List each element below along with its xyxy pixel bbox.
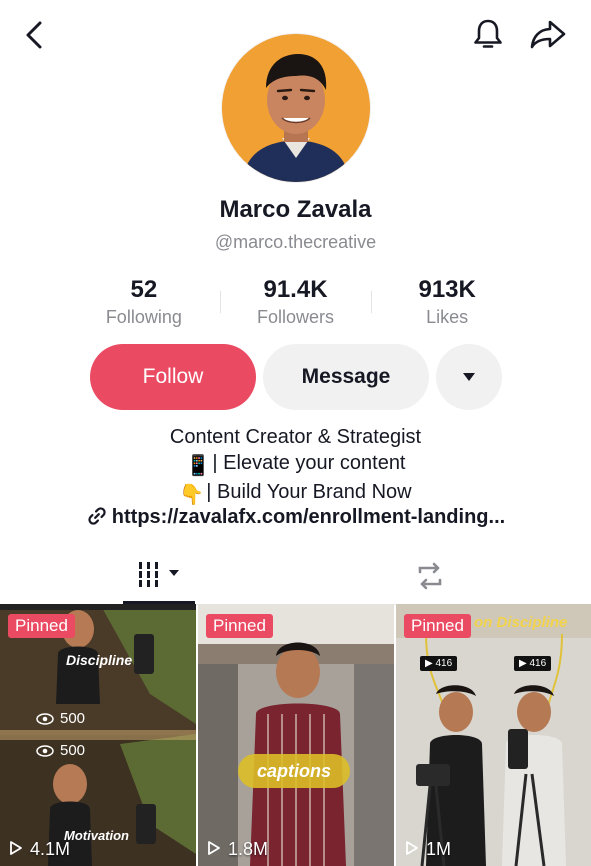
video-tile[interactable]: Discipline 500 500 Motivation Pinned 4.1… — [0, 604, 196, 866]
stat-value: 91.4K — [263, 276, 328, 303]
content-tabs — [0, 552, 591, 605]
share-button[interactable] — [528, 16, 568, 52]
notifications-button[interactable] — [470, 16, 506, 52]
profile-photo — [222, 34, 370, 182]
bell-icon — [474, 19, 502, 48]
play-icon — [406, 841, 418, 855]
video-grid: Discipline 500 500 Motivation Pinned 4.1… — [0, 604, 591, 866]
grid-icon — [139, 562, 179, 587]
back-button[interactable] — [18, 18, 52, 52]
share-arrow-icon — [530, 20, 566, 49]
view-count: 1M — [404, 839, 451, 860]
link-icon — [88, 507, 106, 525]
bio-line: 👇 | Build Your Brand Now — [0, 479, 591, 508]
stat-followers[interactable]: 91.4K Followers — [219, 275, 372, 335]
mini-view-count: 416 — [529, 658, 547, 669]
eye-icon — [36, 712, 54, 725]
bio-link[interactable]: https://zavalafx.com/enrollment-landing.… — [0, 505, 591, 529]
view-count: 1.8M — [206, 839, 268, 860]
bio-link-text: https://zavalafx.com/enrollment-landing.… — [111, 506, 506, 528]
tab-videos[interactable] — [123, 552, 195, 604]
chevron-left-icon — [26, 21, 42, 49]
profile-handle: @marco.thecreative — [214, 232, 377, 252]
bio-text: | Build Your Brand Now — [206, 481, 412, 503]
eye-icon — [36, 744, 54, 757]
stat-value: 913K — [418, 276, 476, 303]
stat-label: Likes — [426, 307, 469, 327]
pinned-badge: Pinned — [8, 614, 75, 638]
view-count-text: 4.1M — [30, 839, 71, 859]
video-overlay-text: Motivation — [64, 828, 129, 843]
play-icon — [10, 841, 22, 855]
mini-view-badge: ▶ 416 — [420, 656, 458, 671]
mini-view-count: 416 — [435, 658, 453, 669]
play-icon — [208, 841, 220, 855]
stat-label: Following — [105, 307, 182, 327]
message-button[interactable]: Message — [263, 344, 429, 410]
bio-line: 📱 | Elevate your content — [0, 450, 591, 479]
video-overlay-text: on Discipline — [474, 614, 568, 631]
phone-emoji-icon: 📱 — [185, 455, 211, 477]
more-options-button[interactable] — [436, 344, 502, 410]
view-stat-count: 500 — [60, 742, 86, 759]
view-count-text: 1M — [426, 839, 452, 859]
stat-label: Followers — [256, 307, 335, 327]
caret-down-icon — [463, 373, 475, 381]
view-stat: 500 — [36, 742, 85, 759]
bio: Content Creator & Strategist 📱 | Elevate … — [0, 424, 591, 508]
avatar[interactable] — [222, 34, 370, 182]
video-tile[interactable]: captions Pinned 1.8M — [198, 604, 394, 866]
view-stat: 500 — [36, 710, 85, 727]
tab-reposts[interactable] — [412, 558, 448, 594]
caption-pill: captions — [238, 754, 350, 788]
pinned-badge: Pinned — [206, 614, 273, 638]
video-thumbnail — [0, 604, 196, 866]
stats-row: 52 Following 91.4K Followers 913K Likes — [68, 275, 523, 335]
stat-following[interactable]: 52 Following — [68, 275, 220, 335]
bio-line: Content Creator & Strategist — [169, 426, 422, 448]
profile-name: Marco Zavala — [219, 196, 372, 223]
follow-button[interactable]: Follow — [90, 344, 256, 410]
view-stat-count: 500 — [60, 710, 86, 727]
repost-icon — [418, 562, 442, 590]
stat-likes[interactable]: 913K Likes — [371, 275, 523, 335]
view-count-text: 1.8M — [228, 839, 269, 859]
video-thumbnail — [198, 604, 394, 866]
view-count: 4.1M — [8, 839, 70, 860]
video-overlay-text: Discipline — [66, 652, 133, 668]
video-tile[interactable]: on Discipline ▶ 416 ▶ 416 Pinned 1M — [396, 604, 591, 866]
mini-view-badge: ▶ 416 — [514, 656, 552, 671]
bio-text: | Elevate your content — [212, 452, 406, 474]
video-thumbnail — [396, 604, 591, 866]
stat-value: 52 — [130, 276, 158, 303]
pinned-badge: Pinned — [404, 614, 471, 638]
